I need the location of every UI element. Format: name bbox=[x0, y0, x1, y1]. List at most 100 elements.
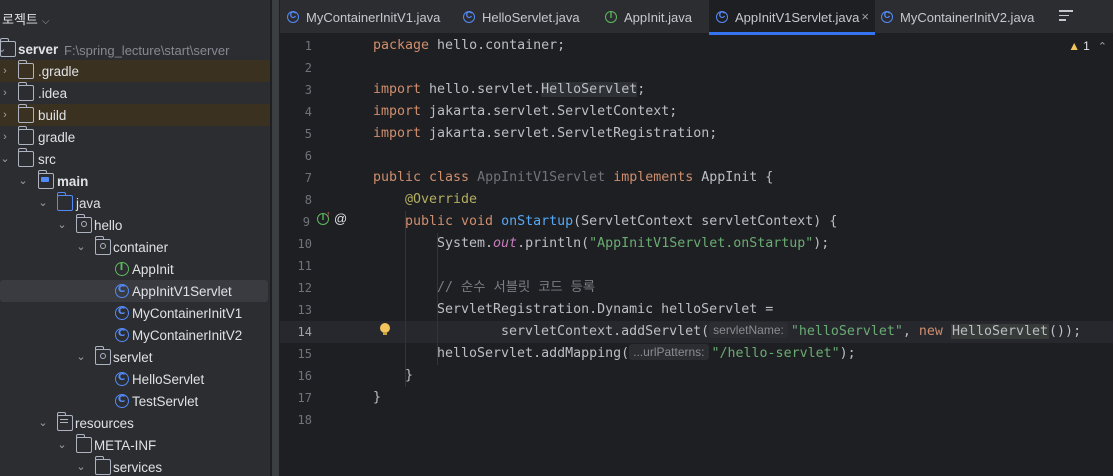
tree-item-mycontainerinitv1[interactable]: MyContainerInitV1 bbox=[0, 302, 270, 324]
tree-item-meta-inf[interactable]: ⌄ META-INF bbox=[0, 434, 270, 456]
override-at-icon[interactable]: @ bbox=[334, 211, 347, 226]
tree-item-label: HelloServlet bbox=[132, 372, 205, 387]
chevron-down-icon[interactable]: ⌄ bbox=[57, 218, 67, 232]
code-line-5: import jakarta.servlet.ServletRegistrati… bbox=[373, 126, 718, 141]
tree-item-server[interactable]: ⌄ server F:\spring_lecture\start\server bbox=[0, 38, 270, 60]
folder-icon bbox=[76, 434, 92, 453]
chevron-up-icon[interactable]: ⌃ bbox=[1098, 41, 1107, 53]
tree-item-label: src bbox=[38, 152, 56, 167]
chevron-down-icon[interactable]: ⌄ bbox=[18, 174, 28, 188]
tree-item-resources[interactable]: ⌄ resources bbox=[0, 412, 270, 434]
code-line-14: servletContext.addServlet(servletName: "h… bbox=[501, 322, 1082, 339]
tree-item-label: AppInit bbox=[132, 262, 174, 277]
tree-item-appinit[interactable]: AppInit bbox=[0, 258, 270, 280]
tree-item-build[interactable]: › build bbox=[0, 104, 270, 126]
chevron-down-icon[interactable]: ⌵ bbox=[42, 16, 50, 27]
tab-mycontainerinitv1[interactable]: MyContainerInitV1.java bbox=[280, 0, 450, 34]
code-line-13: ServletRegistration.Dynamic helloServlet… bbox=[437, 302, 774, 317]
tree-item-label: build bbox=[38, 108, 67, 123]
chevron-right-icon[interactable]: › bbox=[0, 130, 10, 144]
inspection-widget[interactable]: ▲ 1 ⌃ bbox=[1068, 39, 1107, 53]
tree-item-label: container bbox=[113, 240, 169, 255]
line-number: 11 bbox=[297, 259, 312, 273]
tab-appinitv1servlet[interactable]: AppInitV1Servlet.java × bbox=[709, 0, 875, 35]
folder-icon bbox=[95, 456, 111, 475]
chevron-right-icon[interactable]: › bbox=[0, 86, 10, 100]
close-icon[interactable]: × bbox=[861, 9, 869, 24]
chevron-down-icon[interactable]: ⌄ bbox=[0, 152, 10, 166]
tree-item-main[interactable]: ⌄ main bbox=[0, 170, 270, 192]
tree-item-label: main bbox=[57, 174, 89, 189]
code-line-1: package hello.container; bbox=[373, 38, 566, 53]
tab-label: MyContainerInitV1.java bbox=[306, 10, 441, 25]
code-line-17: } bbox=[373, 390, 382, 405]
warning-icon: ▲ bbox=[1068, 39, 1081, 53]
chevron-right-icon[interactable]: › bbox=[0, 64, 10, 78]
chevron-down-icon[interactable]: ⌄ bbox=[57, 438, 67, 452]
source-root-folder-icon bbox=[38, 170, 54, 189]
tree-item-label: MyContainerInitV1 bbox=[132, 306, 243, 321]
project-panel-header[interactable]: 로젝트 ⌵ bbox=[0, 0, 270, 34]
chevron-down-icon[interactable]: ⌄ bbox=[38, 416, 48, 430]
tab-label: AppInit.java bbox=[624, 10, 692, 25]
line-number: 15 bbox=[297, 347, 312, 361]
tree-item-gradle-cache[interactable]: › .gradle bbox=[0, 60, 270, 82]
tree-item-label: server bbox=[18, 42, 59, 57]
tree-item-testservlet[interactable]: TestServlet bbox=[0, 390, 270, 412]
package-folder-icon bbox=[95, 346, 111, 365]
line-number: 12 bbox=[297, 281, 312, 295]
tab-helloservlet[interactable]: HelloServlet.java bbox=[456, 0, 591, 34]
code-editor[interactable]: 1 2 3 4 5 6 7 8 9 10 11 12 13 14 15 16 1… bbox=[280, 35, 1113, 476]
tree-item-mycontainerinitv2[interactable]: MyContainerInitV2 bbox=[0, 324, 270, 346]
lightbulb-icon[interactable] bbox=[380, 323, 390, 335]
code-line-8: @Override bbox=[405, 192, 478, 207]
tree-item-servlet[interactable]: ⌄ servlet bbox=[0, 346, 270, 368]
tree-item-gradle[interactable]: › gradle bbox=[0, 126, 270, 148]
chevron-down-icon[interactable]: ⌄ bbox=[76, 350, 86, 364]
tree-item-container[interactable]: ⌄ container bbox=[0, 236, 270, 258]
tree-item-services[interactable]: ⌄ services bbox=[0, 456, 270, 476]
tab-mycontainerinitv2[interactable]: MyContainerInitV2.java bbox=[874, 0, 1044, 34]
chevron-down-icon[interactable]: ⌄ bbox=[76, 240, 86, 254]
project-view-selector[interactable]: 로젝트 ⌵ bbox=[2, 9, 49, 28]
chevron-right-icon[interactable]: › bbox=[0, 108, 10, 122]
go-to-interface-arrow-icon[interactable]: ↑ bbox=[326, 209, 331, 219]
tree-item-java[interactable]: ⌄ java bbox=[0, 192, 270, 214]
tree-item-label: AppInitV1Servlet bbox=[132, 284, 232, 299]
folder-icon bbox=[18, 82, 34, 101]
warning-count: 1 bbox=[1083, 39, 1090, 53]
project-scrollbar[interactable] bbox=[272, 0, 279, 476]
tree-item-label: .idea bbox=[38, 86, 68, 101]
indent-guide bbox=[405, 211, 406, 387]
project-panel: 로젝트 ⌵ ⌄ server F:\spring_lecture\start\se… bbox=[0, 0, 270, 476]
tab-list-menu-icon[interactable] bbox=[1059, 10, 1073, 22]
chevron-down-icon[interactable]: ⌄ bbox=[76, 460, 86, 474]
tree-item-idea[interactable]: › .idea bbox=[0, 82, 270, 104]
tree-item-label: gradle bbox=[38, 130, 76, 145]
class-icon bbox=[115, 372, 129, 386]
class-icon bbox=[115, 394, 129, 408]
tree-item-label: resources bbox=[75, 416, 134, 431]
tab-label: AppInitV1Servlet.java bbox=[735, 10, 860, 25]
tab-appinit[interactable]: AppInit.java bbox=[598, 0, 703, 34]
tree-item-hello[interactable]: ⌄ hello bbox=[0, 214, 270, 236]
line-number: 6 bbox=[304, 149, 312, 163]
project-path: F:\spring_lecture\start\server bbox=[64, 43, 230, 58]
tree-item-appinitv1servlet[interactable]: AppInitV1Servlet bbox=[0, 280, 268, 302]
class-icon bbox=[115, 306, 129, 320]
editor-tab-bar: MyContainerInitV1.java HelloServlet.java… bbox=[280, 0, 1113, 35]
panel-splitter[interactable] bbox=[270, 0, 280, 476]
folder-icon bbox=[18, 60, 34, 79]
code-line-15: helloServlet.addMapping(...urlPatterns: "… bbox=[437, 344, 856, 361]
code-line-4: import jakarta.servlet.ServletContext; bbox=[373, 104, 678, 119]
folder-icon bbox=[18, 104, 34, 123]
tree-item-src[interactable]: ⌄ src bbox=[0, 148, 270, 170]
code-line-9: public void onStartup(ServletContext ser… bbox=[405, 214, 838, 229]
project-view-title: 로젝트 bbox=[2, 12, 38, 27]
line-number: 18 bbox=[297, 413, 312, 427]
tree-item-helloservlet[interactable]: HelloServlet bbox=[0, 368, 270, 390]
class-icon bbox=[463, 10, 475, 23]
tree-item-label: servlet bbox=[113, 350, 153, 365]
chevron-down-icon[interactable]: ⌄ bbox=[38, 196, 48, 210]
tree-item-label: META-INF bbox=[94, 438, 157, 453]
